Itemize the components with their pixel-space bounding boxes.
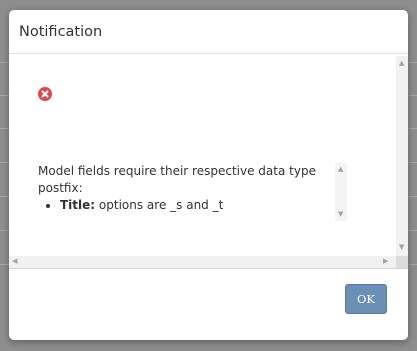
message-intro: Model fields require their respective da…	[38, 164, 316, 195]
backdrop-row-divider	[0, 230, 9, 231]
notification-dialog: Notification Model fields require their …	[9, 10, 408, 340]
message-list: Title: options are _s and _t	[38, 197, 328, 214]
backdrop-row-divider	[0, 264, 9, 265]
dialog-header: Notification	[9, 10, 408, 54]
body-vertical-scrollbar[interactable]: ▲ ▼	[396, 56, 408, 256]
backdrop-row-divider	[409, 95, 417, 96]
field-requirement: options are _s and _t	[98, 198, 224, 212]
scroll-right-arrow-icon[interactable]: ▶	[383, 258, 388, 265]
body-horizontal-scrollbar[interactable]: ◀ ▶	[9, 256, 396, 268]
backdrop-row-divider	[409, 196, 417, 197]
backdrop-row-divider	[0, 128, 9, 129]
scroll-left-arrow-icon[interactable]: ◀	[12, 258, 17, 265]
backdrop-row-divider	[409, 230, 417, 231]
backdrop-row-divider	[0, 62, 9, 63]
error-circle-icon	[38, 87, 52, 101]
dialog-title: Notification	[19, 24, 103, 40]
backdrop-row-divider	[0, 95, 9, 96]
backdrop-row-divider	[409, 264, 417, 265]
backdrop-row-divider	[409, 128, 417, 129]
backdrop-row-divider	[409, 162, 417, 163]
scroll-up-arrow-icon[interactable]: ▲	[399, 60, 404, 67]
backdrop-row-divider	[409, 62, 417, 63]
message-text: Model fields require their respective da…	[38, 163, 328, 221]
message-scroll-box[interactable]: Model fields require their respective da…	[38, 163, 348, 221]
dialog-body-scroll-area[interactable]: Model fields require their respective da…	[9, 56, 408, 269]
scrollbar-corner	[396, 256, 408, 268]
message-list-item: Title: options are _s and _t	[60, 197, 328, 214]
scroll-down-arrow-icon[interactable]: ▼	[399, 244, 404, 251]
scroll-down-arrow-icon[interactable]: ▼	[338, 211, 343, 218]
backdrop-row-divider	[0, 196, 9, 197]
message-vertical-scrollbar[interactable]: ▲ ▼	[335, 163, 347, 221]
scroll-up-arrow-icon[interactable]: ▲	[338, 166, 343, 173]
dialog-body: Model fields require their respective da…	[9, 56, 397, 256]
field-name: Title:	[60, 198, 96, 212]
backdrop-row-divider	[0, 162, 9, 163]
ok-button[interactable]: OK	[345, 284, 387, 314]
